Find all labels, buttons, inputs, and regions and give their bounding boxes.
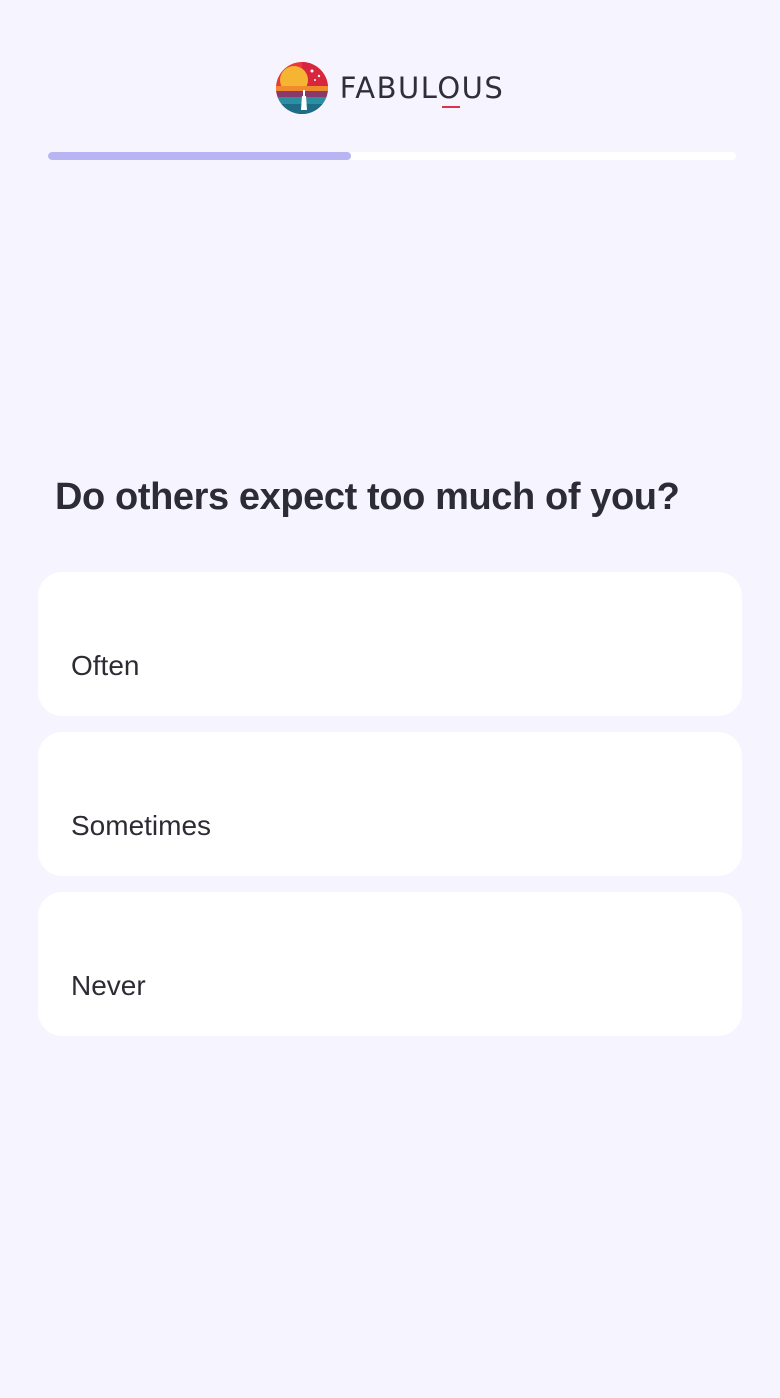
brand-logo: FABULOUS bbox=[275, 62, 505, 114]
answer-option-label: Never bbox=[71, 970, 146, 1001]
quiz-progress-bar bbox=[48, 152, 736, 160]
answer-option-often[interactable]: Often bbox=[38, 572, 742, 716]
question-title: Do others expect too much of you? bbox=[55, 476, 680, 518]
fabulous-sunset-logo-icon bbox=[275, 62, 328, 114]
app-header: FABULOUS bbox=[0, 60, 780, 116]
brand-name: FABULOUS bbox=[340, 71, 505, 108]
answer-option-sometimes[interactable]: Sometimes bbox=[38, 732, 742, 876]
answer-option-label: Sometimes bbox=[71, 810, 212, 841]
answer-option-never[interactable]: Never bbox=[38, 892, 742, 1036]
brand-accent-underline bbox=[442, 106, 461, 108]
quiz-progress-fill bbox=[48, 152, 351, 160]
answer-option-label: Often bbox=[71, 650, 140, 681]
answer-options: Often Sometimes Never bbox=[38, 572, 742, 1052]
